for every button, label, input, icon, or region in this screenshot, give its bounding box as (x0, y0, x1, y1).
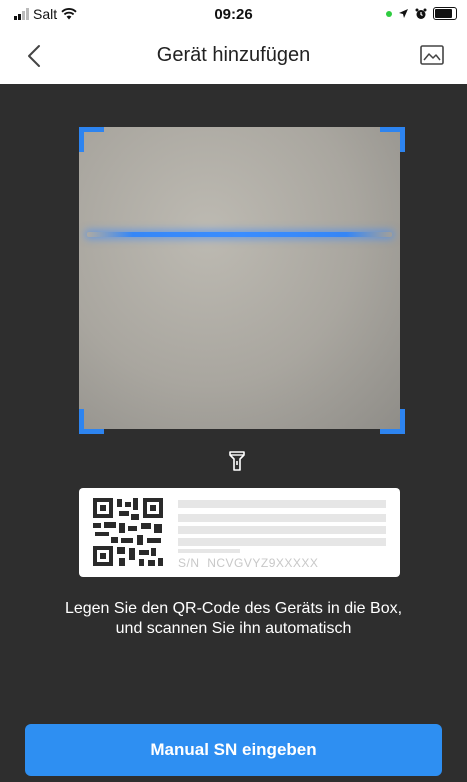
qr-scanner-view: S/N NCVGVYZ9XXXXX Legen Sie den QR-Code … (0, 84, 467, 782)
privacy-indicator-icon (386, 10, 392, 17)
qr-code-illustration (91, 496, 165, 568)
battery-icon (433, 7, 457, 20)
page-title: Gerät hinzufügen (156, 44, 311, 66)
label-placeholder-line (178, 549, 240, 553)
scan-line (87, 232, 392, 237)
status-right-icons (386, 7, 457, 20)
label-placeholder-line (178, 526, 386, 534)
serial-prefix: S/N (178, 556, 200, 570)
label-placeholder-line (178, 500, 386, 508)
scan-frame (79, 127, 400, 429)
scan-corner-top-left (79, 127, 104, 152)
nav-bar: Gerät hinzufügen (0, 28, 467, 84)
scan-instruction: Legen Sie den QR-Code des Geräts in die … (64, 600, 403, 637)
scan-corner-bottom-right (380, 409, 405, 434)
manual-sn-button[interactable]: Manual SN eingeben (25, 724, 442, 776)
scan-corner-bottom-left (79, 409, 104, 434)
image-gallery-icon[interactable] (419, 43, 445, 67)
alarm-icon (415, 8, 427, 19)
location-icon (399, 9, 408, 18)
flashlight-icon[interactable] (227, 450, 247, 472)
label-placeholder-line (178, 514, 386, 522)
status-bar: Salt 09:26 (0, 0, 467, 28)
serial-value: NCVGVYZ9XXXXX (207, 556, 319, 570)
device-label-example: S/N NCVGVYZ9XXXXX (79, 488, 400, 577)
serial-number-example: S/N NCVGVYZ9XXXXX (178, 556, 318, 570)
label-placeholder-line (178, 538, 386, 546)
scan-corner-top-right (380, 127, 405, 152)
